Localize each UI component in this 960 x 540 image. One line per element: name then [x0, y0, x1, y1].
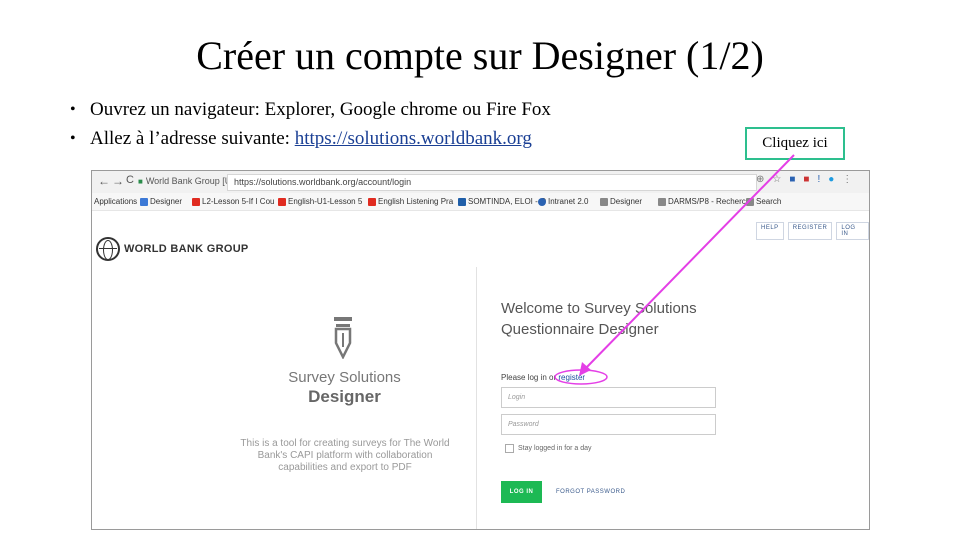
bookmark-label: Intranet 2.0	[548, 197, 589, 206]
skype-icon[interactable]: ●	[828, 174, 834, 185]
bookmark-label: DARMS/P8 - Recherc	[668, 197, 746, 206]
register-link[interactable]: register	[558, 373, 585, 382]
stay-logged-checkbox[interactable]	[505, 444, 514, 453]
globe-icon	[538, 197, 546, 206]
login-nav-link[interactable]: LOG IN	[836, 222, 869, 240]
bookmark-label: Designer	[150, 197, 183, 206]
login-prompt: Please log in or register	[501, 373, 585, 382]
pdf-icon[interactable]: ■	[803, 174, 809, 185]
login-button[interactable]: LOG IN	[501, 481, 542, 503]
worldbank-url-link[interactable]: https://solutions.worldbank.org	[295, 128, 532, 150]
vertical-divider	[476, 267, 477, 529]
youtube-icon	[192, 197, 200, 206]
bookmark-item[interactable]: Designer	[140, 197, 182, 206]
bookmark-label: Search	[756, 197, 782, 206]
stay-logged-option[interactable]: Stay logged in for a day	[505, 444, 592, 453]
stay-logged-label: Stay logged in for a day	[518, 445, 592, 452]
page-icon	[746, 197, 754, 206]
login-prompt-text: Please log in or	[501, 373, 557, 382]
browser-screenshot: ← → C ■ World Bank Group [US] https://so…	[91, 170, 870, 530]
globe-icon	[96, 237, 120, 261]
bookmark-item[interactable]: Search	[746, 197, 781, 206]
bookmark-label: Applications	[94, 197, 138, 206]
product-description: This is a tool for creating surveys for …	[240, 438, 450, 473]
bullet-marker: •	[70, 129, 76, 147]
youtube-icon	[278, 197, 286, 206]
bookmark-item[interactable]: English-U1-Lesson 5	[278, 197, 362, 206]
zoom-icon[interactable]: ⊕	[756, 174, 764, 185]
bookmark-item[interactable]: DARMS/P8 - Recherc	[658, 197, 746, 206]
bookmark-label: SOMTINDA, ELOI - O	[468, 197, 547, 206]
bookmark-label: L2-Lesson 5-If I Cou	[202, 197, 275, 206]
bookmark-icon	[458, 197, 466, 206]
bookmark-icon	[140, 197, 148, 206]
password-field[interactable]: Password	[501, 414, 716, 435]
product-name: Survey Solutions Designer	[262, 368, 427, 406]
url-input[interactable]: https://solutions.worldbank.org/account/…	[227, 174, 757, 191]
world-bank-logo[interactable]: WORLD BANK GROUP	[96, 237, 249, 261]
login-page: HELP REGISTER LOG IN WORLD BANK GROUP Su…	[92, 211, 869, 529]
welcome-heading: Welcome to Survey Solutions Questionnair…	[501, 298, 697, 340]
bookmarks-bar: Applications Designer L2-Lesson 5-If I C…	[92, 193, 869, 211]
bookmark-item[interactable]: English Listening Pra	[368, 197, 453, 206]
youtube-icon	[368, 197, 376, 206]
bullet-text: Allez à l’adresse suivante:	[90, 127, 295, 149]
register-nav-link[interactable]: REGISTER	[787, 222, 833, 240]
bullet-item: • Ouvrez un navigateur: Explorer, Google…	[70, 95, 551, 124]
top-nav-links: HELP REGISTER LOG IN	[756, 222, 869, 240]
bullet-text: Ouvrez un navigateur: Explorer, Google c…	[90, 98, 551, 120]
bookmark-item[interactable]: SOMTINDA, ELOI - O	[458, 197, 546, 206]
slide-title: Créer un compte sur Designer (1/2)	[196, 33, 764, 78]
address-bar-row: ← → C ■ World Bank Group [US] https://so…	[92, 171, 869, 194]
page-icon	[658, 197, 666, 206]
lock-icon: ■	[138, 176, 143, 186]
forward-button[interactable]: →	[112, 174, 124, 188]
bookmark-label: English Listening Pra	[378, 197, 454, 206]
bullet-item: • Allez à l’adresse suivante: https://so…	[70, 124, 551, 153]
site-identity-label: World Bank Group [US]	[145, 176, 240, 186]
product-line-2: Designer	[308, 387, 381, 406]
star-icon[interactable]: ☆	[772, 174, 781, 185]
bookmark-item[interactable]: Designer	[600, 197, 642, 206]
welcome-line-2: Questionnaire Designer	[501, 321, 659, 338]
bookmark-item[interactable]: L2-Lesson 5-If I Cou	[192, 197, 274, 206]
toolbar-icons: ⊕ ☆ ■ ■ ! ● ⋮	[756, 174, 852, 185]
product-line-1: Survey Solutions	[288, 369, 401, 386]
bookmark-label: Designer	[610, 197, 643, 206]
bookmark-label: English-U1-Lesson 5	[288, 197, 363, 206]
reload-button[interactable]: C	[126, 174, 134, 186]
forgot-password-link[interactable]: FORGOT PASSWORD	[556, 489, 625, 495]
page-icon	[600, 197, 608, 206]
site-identity[interactable]: ■ World Bank Group [US]	[138, 176, 240, 186]
bullet-marker: •	[70, 100, 76, 118]
survey-solutions-pen-icon	[334, 317, 352, 359]
bookmark-item[interactable]: Intranet 2.0	[538, 197, 588, 206]
welcome-line-1: Welcome to Survey Solutions	[501, 300, 697, 317]
bullet-list: • Ouvrez un navigateur: Explorer, Google…	[70, 95, 551, 153]
extension-icon[interactable]: ■	[789, 174, 795, 185]
ext-blue-icon[interactable]: !	[817, 174, 820, 185]
menu-icon[interactable]: ⋮	[842, 174, 852, 185]
bookmark-item[interactable]: Applications	[94, 197, 137, 206]
help-link[interactable]: HELP	[756, 222, 784, 240]
click-here-callout: Cliquez ici	[745, 127, 845, 160]
logo-text: WORLD BANK GROUP	[124, 243, 249, 255]
login-field[interactable]: Login	[501, 387, 716, 408]
url-text: https://solutions.worldbank.org/account/…	[234, 177, 412, 187]
back-button[interactable]: ←	[98, 174, 110, 188]
